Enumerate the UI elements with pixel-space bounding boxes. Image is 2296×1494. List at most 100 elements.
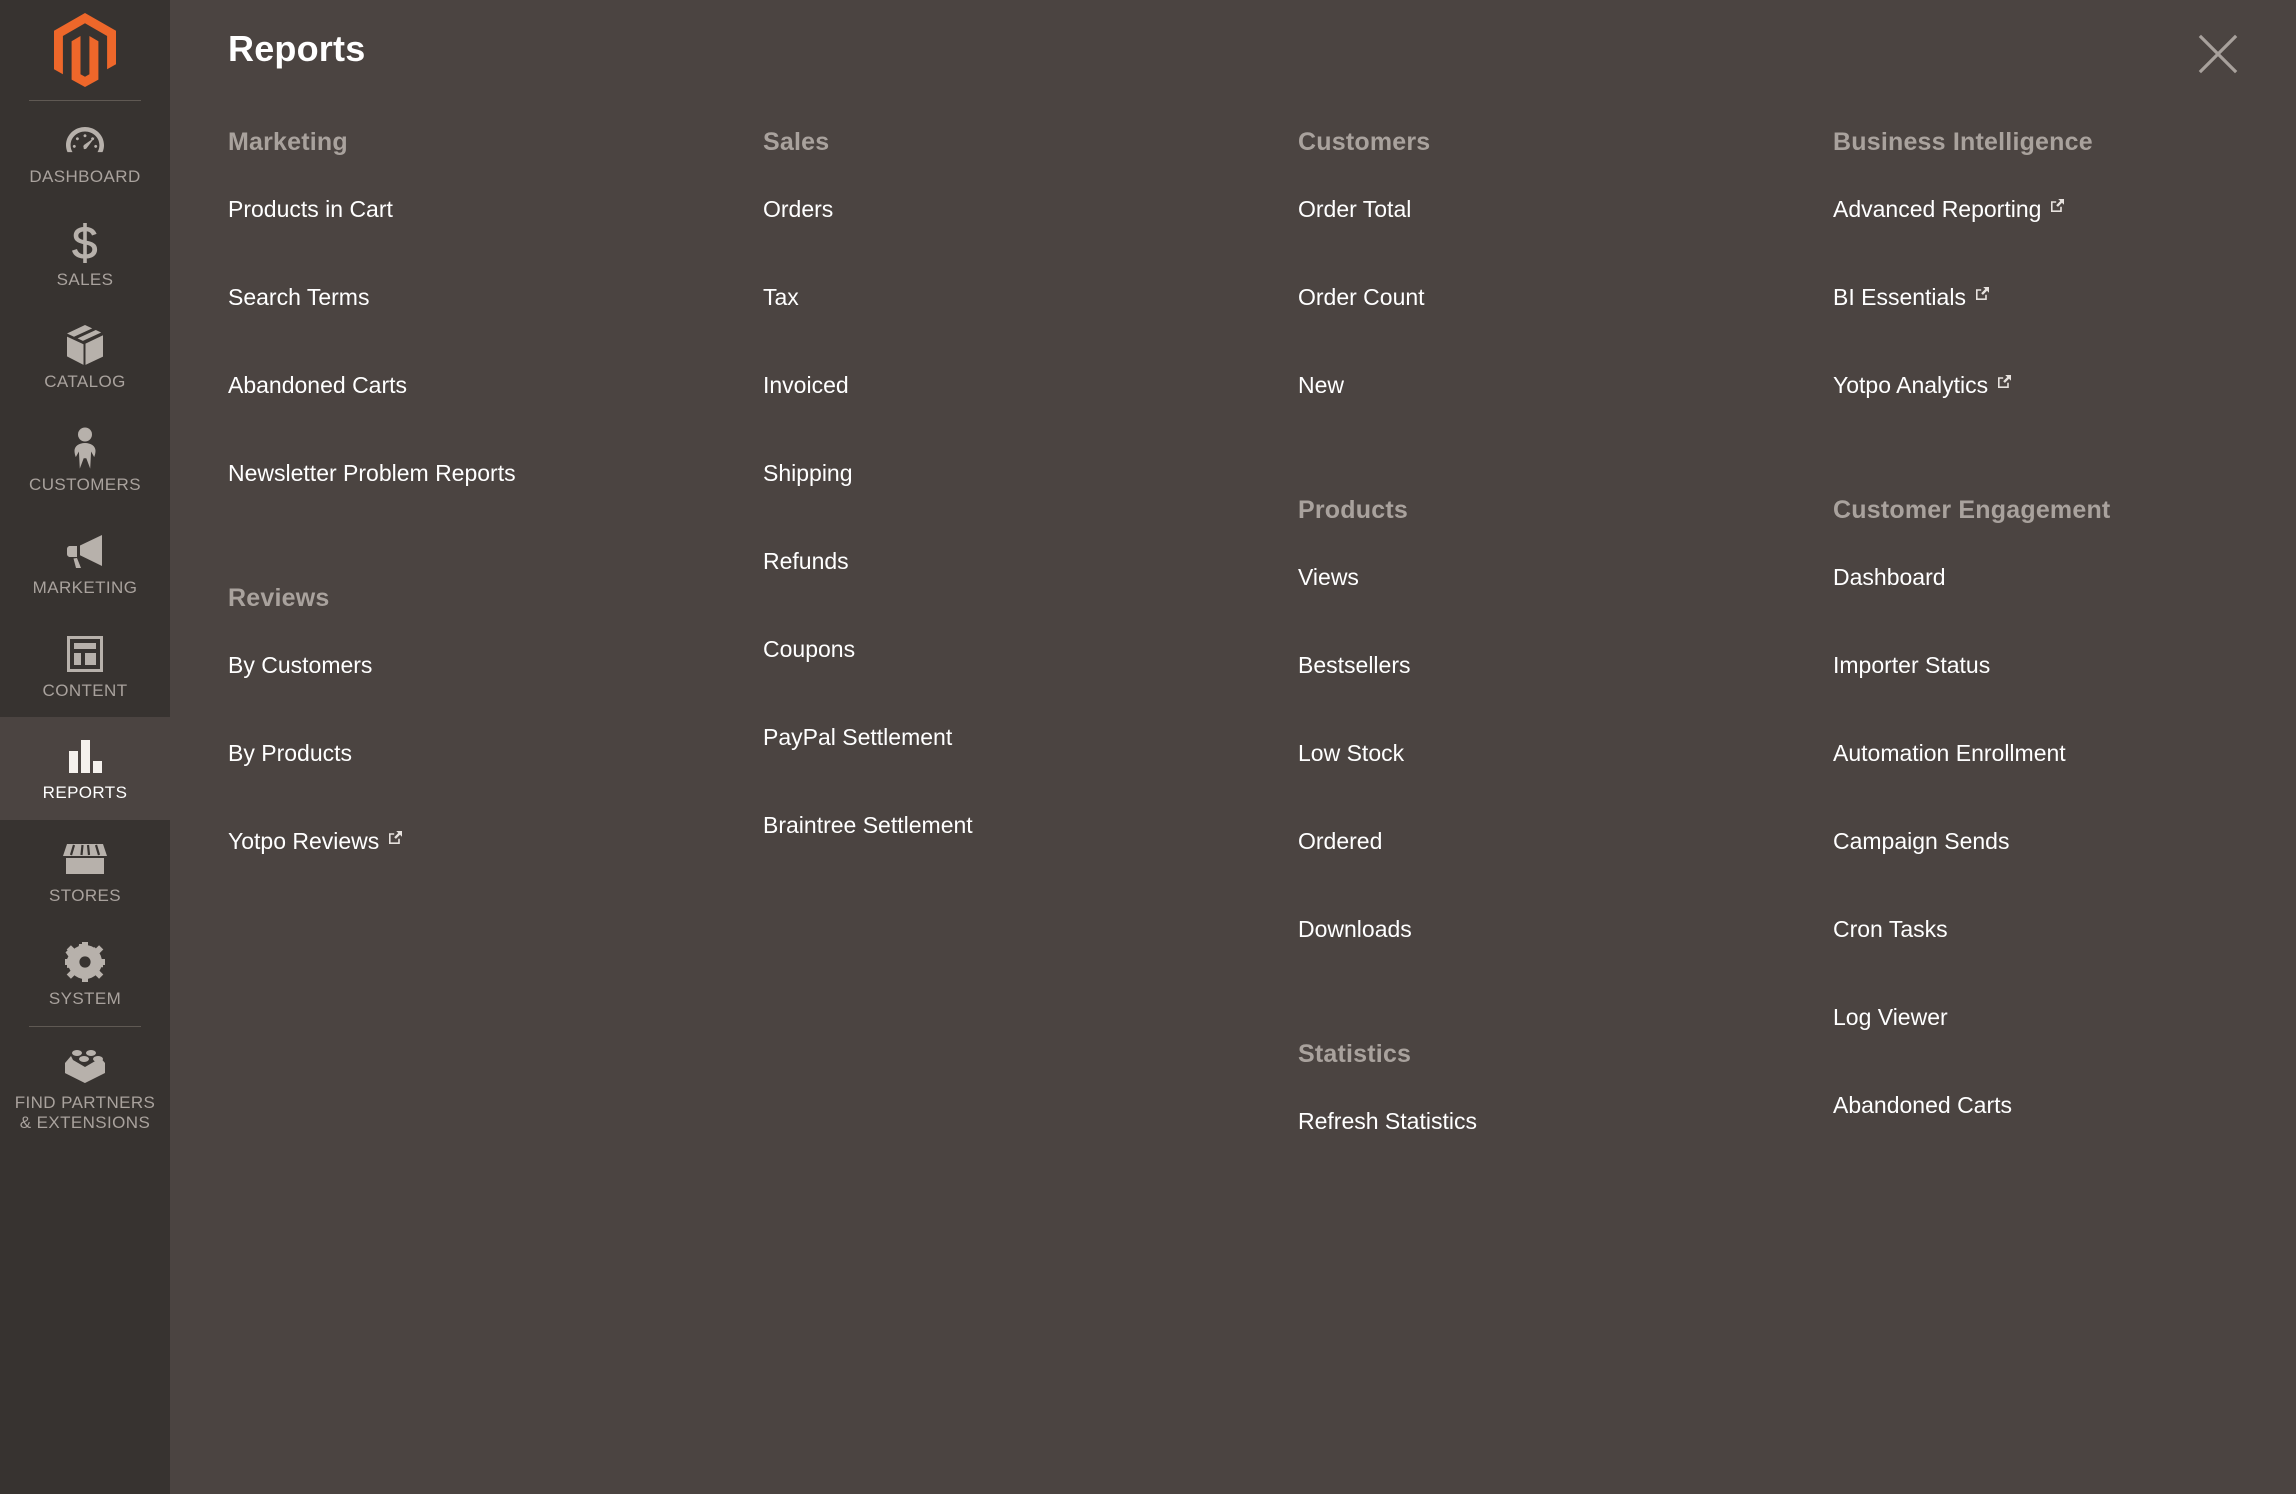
sidebar-item-label: REPORTS bbox=[42, 783, 128, 803]
menu-item[interactable]: Search Terms bbox=[228, 286, 763, 374]
sidebar-item-stores[interactable]: STORES bbox=[0, 820, 170, 923]
reports-column: Sales Orders Tax Invoiced Shipping Refunds Cou… bbox=[763, 130, 1298, 902]
menu-item-label: Shipping bbox=[763, 460, 853, 486]
menu-item-label: Bestsellers bbox=[1298, 652, 1411, 678]
menu-item-label: Newsletter Problem Reports bbox=[228, 460, 516, 486]
sidebar-item-label: MARKETING bbox=[32, 577, 138, 597]
group-items: Orders Tax Invoiced Shipping Refunds Coupons P… bbox=[763, 198, 1298, 902]
menu-item[interactable]: Coupons bbox=[763, 638, 1298, 726]
sidebar-item-reports[interactable]: REPORTS bbox=[0, 717, 170, 821]
sidebar-item-label: SYSTEM bbox=[48, 988, 122, 1008]
menu-item-label: Low Stock bbox=[1298, 740, 1405, 766]
reports-group: Customers Order Total Order Count New bbox=[1298, 130, 1833, 462]
menu-item[interactable]: Automation Enrollment bbox=[1833, 742, 2296, 830]
menu-item[interactable]: Products in Cart bbox=[228, 198, 763, 286]
layout-icon bbox=[65, 633, 105, 675]
menu-item[interactable]: Advanced Reporting bbox=[1833, 198, 2296, 286]
group-title-spacer bbox=[228, 611, 763, 654]
sidebar-item-sales[interactable]: SALES bbox=[0, 204, 170, 307]
sidebar-item-dashboard[interactable]: DASHBOARD bbox=[0, 101, 170, 204]
menu-item[interactable]: Bestsellers bbox=[1298, 654, 1833, 742]
lego-brick-icon bbox=[63, 1045, 107, 1087]
reports-group: Reviews By Customers By Products Yotpo Revi… bbox=[228, 586, 763, 918]
menu-item-label: Invoiced bbox=[763, 372, 849, 398]
menu-item-label: Dashboard bbox=[1833, 564, 1946, 590]
sidebar-item-marketing[interactable]: MARKETING bbox=[0, 512, 170, 615]
admin-sidebar: DASHBOARD SALES CATALOG CUSTOMERS MARKET… bbox=[0, 0, 170, 1494]
menu-item[interactable]: By Customers bbox=[228, 654, 763, 742]
menu-item-label: Products in Cart bbox=[228, 196, 393, 222]
group-title-spacer bbox=[1298, 1067, 1833, 1110]
group-items: Refresh Statistics bbox=[1298, 1110, 1833, 1198]
menu-item[interactable]: By Products bbox=[228, 742, 763, 830]
menu-item[interactable]: Orders bbox=[763, 198, 1298, 286]
sidebar-item-label: STORES bbox=[49, 886, 121, 906]
menu-item[interactable]: Order Total bbox=[1298, 198, 1833, 286]
menu-item-label: Importer Status bbox=[1833, 652, 1991, 678]
reports-group: Business Intelligence Advanced Reporting B… bbox=[1833, 130, 2296, 462]
menu-item[interactable]: Refunds bbox=[763, 550, 1298, 638]
menu-item[interactable]: Yotpo Analytics bbox=[1833, 374, 2296, 462]
dashboard-gauge-icon bbox=[65, 119, 105, 161]
group-title-spacer bbox=[1298, 155, 1833, 198]
group-items: Views Bestsellers Low Stock Ordered Download… bbox=[1298, 566, 1833, 1006]
person-icon bbox=[71, 427, 99, 469]
menu-item[interactable]: Refresh Statistics bbox=[1298, 1110, 1833, 1198]
menu-item[interactable]: Braintree Settlement bbox=[763, 814, 1298, 902]
group-items: Order Total Order Count New bbox=[1298, 198, 1833, 462]
magento-logo-icon bbox=[54, 13, 116, 87]
sidebar-item-customers[interactable]: CUSTOMERS bbox=[0, 409, 170, 512]
group-title: Products bbox=[1298, 496, 1408, 524]
menu-item[interactable]: Downloads bbox=[1298, 918, 1833, 1006]
menu-item[interactable]: Dashboard bbox=[1833, 566, 2296, 654]
menu-item[interactable]: Yotpo Reviews bbox=[228, 830, 763, 918]
menu-item[interactable]: Abandoned Carts bbox=[228, 374, 763, 462]
magento-logo[interactable] bbox=[0, 0, 170, 100]
menu-item[interactable]: Ordered bbox=[1298, 830, 1833, 918]
menu-item[interactable]: Shipping bbox=[763, 462, 1298, 550]
bar-chart-icon bbox=[65, 735, 105, 777]
sidebar-item-catalog[interactable]: CATALOG bbox=[0, 306, 170, 409]
sidebar-item-label: DASHBOARD bbox=[29, 167, 141, 186]
sidebar-item-system[interactable]: SYSTEM bbox=[0, 923, 170, 1026]
menu-item-label: Ordered bbox=[1298, 828, 1383, 854]
page-title: Reports bbox=[228, 28, 366, 69]
reports-group: Sales Orders Tax Invoiced Shipping Refunds Cou… bbox=[763, 130, 1298, 902]
sidebar-item-label: CONTENT bbox=[42, 680, 128, 700]
group-title: Reviews bbox=[228, 584, 330, 612]
menu-item-label: Yotpo Analytics bbox=[1833, 372, 1989, 398]
menu-item-label: Refunds bbox=[763, 548, 849, 574]
menu-item[interactable]: Abandoned Carts bbox=[1833, 1094, 2296, 1182]
menu-item[interactable]: Tax bbox=[763, 286, 1298, 374]
menu-item-label: Campaign Sends bbox=[1833, 828, 2010, 854]
menu-item[interactable]: Log Viewer bbox=[1833, 1006, 2296, 1094]
menu-item[interactable]: Cron Tasks bbox=[1833, 918, 2296, 1006]
menu-item-label: Advanced Reporting bbox=[1833, 196, 2042, 222]
external-link-icon bbox=[1975, 286, 1990, 301]
menu-item-label: By Products bbox=[228, 740, 352, 766]
sidebar-item-content[interactable]: CONTENT bbox=[0, 615, 170, 718]
group-gap bbox=[1298, 1006, 1833, 1042]
external-link-icon bbox=[2050, 198, 2065, 213]
menu-item-label: Views bbox=[1298, 564, 1359, 590]
storefront-icon bbox=[63, 838, 107, 880]
menu-item[interactable]: New bbox=[1298, 374, 1833, 462]
menu-item-label: Downloads bbox=[1298, 916, 1412, 942]
sidebar-item-find-partners-extensions[interactable]: FIND PARTNERS & EXTENSIONS bbox=[0, 1027, 170, 1150]
menu-item[interactable]: PayPal Settlement bbox=[763, 726, 1298, 814]
menu-item[interactable]: Low Stock bbox=[1298, 742, 1833, 830]
menu-item[interactable]: Importer Status bbox=[1833, 654, 2296, 742]
menu-item[interactable]: Views bbox=[1298, 566, 1833, 654]
menu-item[interactable]: BI Essentials bbox=[1833, 286, 2296, 374]
menu-item-label: Order Total bbox=[1298, 196, 1412, 222]
menu-item[interactable]: Campaign Sends bbox=[1833, 830, 2296, 918]
group-title: Business Intelligence bbox=[1833, 128, 2093, 156]
menu-item[interactable]: Invoiced bbox=[763, 374, 1298, 462]
group-gap bbox=[1298, 462, 1833, 498]
close-icon[interactable] bbox=[2186, 22, 2250, 86]
menu-item-label: Search Terms bbox=[228, 284, 370, 310]
menu-item-label: Automation Enrollment bbox=[1833, 740, 2066, 766]
menu-item[interactable]: Newsletter Problem Reports bbox=[228, 462, 763, 550]
menu-item[interactable]: Order Count bbox=[1298, 286, 1833, 374]
menu-item-label: PayPal Settlement bbox=[763, 724, 953, 750]
